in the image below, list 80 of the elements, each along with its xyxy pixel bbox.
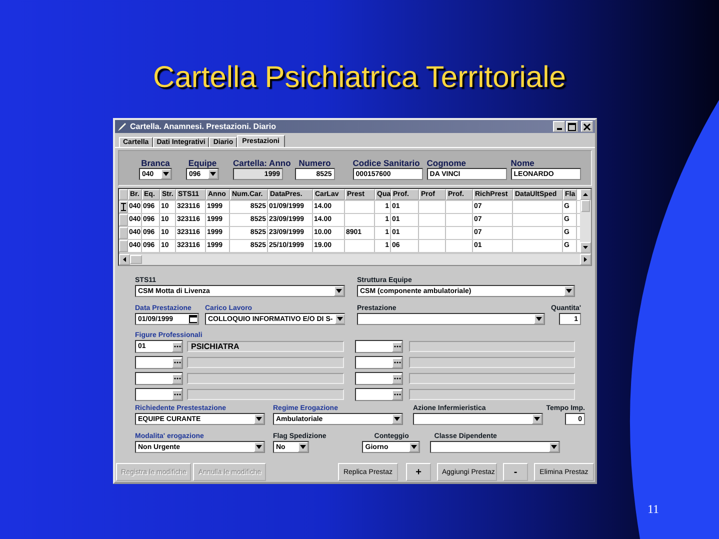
field-label: Numero [298, 158, 332, 168]
window-title: Cartella. Anamnesi. Prestazioni. Diario [130, 122, 276, 131]
dots-icon [394, 361, 400, 364]
input-field[interactable] [355, 372, 403, 385]
dropdown-button[interactable] [392, 414, 402, 424]
dots-icon [394, 393, 400, 396]
dropdown-button[interactable] [564, 286, 574, 296]
pen-icon [117, 122, 127, 132]
minimize-icon [556, 128, 562, 130]
caret-icon [256, 445, 262, 449]
input-field[interactable] [135, 388, 183, 401]
dots-icon [394, 345, 400, 348]
scrollbar-thumb[interactable] [581, 200, 590, 212]
dropdown-button[interactable] [549, 442, 560, 452]
dropdown-button[interactable] [334, 286, 344, 296]
dots-icon [174, 361, 180, 364]
combo-box[interactable] [357, 313, 545, 325]
calendar-icon [189, 315, 197, 323]
dropdown-button[interactable] [254, 442, 264, 452]
caret-icon [336, 317, 343, 321]
dots-icon [174, 377, 180, 380]
maximize-button[interactable] [566, 121, 578, 132]
dropdown-button[interactable] [161, 169, 171, 179]
page-number: 11 [646, 502, 660, 517]
lookup-button[interactable] [392, 358, 402, 368]
caret-icon [411, 445, 418, 449]
scrollbar-thumb[interactable] [130, 255, 142, 264]
text-cursor-icon [121, 203, 126, 211]
dots-icon [174, 393, 180, 396]
maximize-icon [568, 122, 576, 130]
action-button[interactable]: + [406, 463, 431, 481]
dropdown-button[interactable] [334, 314, 345, 324]
dots-icon [174, 345, 180, 348]
dropdown-button[interactable] [532, 414, 542, 424]
horizontal-scrollbar[interactable] [119, 253, 591, 265]
caret-icon [394, 417, 400, 421]
slide-title: Cartella Psichiatrica Territoriale [152, 60, 567, 96]
lookup-button[interactable] [392, 374, 402, 384]
caret-icon [551, 445, 558, 449]
field-label: Cartella: Anno [233, 158, 291, 168]
field-label: Equipe [187, 158, 218, 168]
caret-icon [163, 172, 169, 176]
input-field[interactable] [355, 356, 403, 369]
dropdown-button[interactable] [254, 414, 264, 424]
input-field[interactable] [135, 356, 183, 369]
field-label: Codice Sanitario [352, 158, 421, 168]
caret-icon [536, 317, 542, 321]
close-button[interactable] [581, 121, 593, 132]
input-field[interactable] [355, 388, 403, 401]
lookup-button[interactable] [392, 390, 402, 400]
field-label: Cognome [426, 158, 467, 168]
lookup-button[interactable] [172, 390, 182, 400]
lookup-button[interactable] [392, 342, 402, 352]
dropdown-button[interactable] [298, 442, 308, 452]
caret-icon [566, 289, 572, 293]
dropdown-button[interactable] [534, 314, 544, 324]
row-header[interactable] [119, 201, 128, 213]
close-icon [583, 122, 591, 130]
caret-icon [534, 417, 540, 421]
field-label: Branca [140, 158, 171, 168]
caret-icon [256, 417, 262, 421]
dropdown-button[interactable] [409, 442, 420, 452]
minimize-button[interactable] [553, 121, 565, 132]
vertical-scrollbar[interactable] [580, 189, 591, 253]
caret-icon [336, 289, 342, 293]
field-label: Nome [510, 158, 536, 168]
calendar-button[interactable] [188, 314, 198, 324]
lookup-button[interactable] [172, 374, 182, 384]
caret-icon [300, 445, 306, 449]
dots-icon [394, 377, 400, 380]
input-field[interactable] [355, 340, 403, 353]
lookup-button[interactable] [172, 358, 182, 368]
action-button[interactable]: - [503, 463, 528, 481]
combo-box[interactable] [430, 441, 560, 453]
combo-box[interactable] [413, 413, 543, 425]
lookup-button[interactable] [172, 342, 182, 352]
input-field[interactable] [135, 372, 183, 385]
caret-icon [210, 172, 216, 176]
dropdown-button[interactable] [208, 169, 218, 179]
description-field: PSICHIATRA [187, 341, 344, 352]
